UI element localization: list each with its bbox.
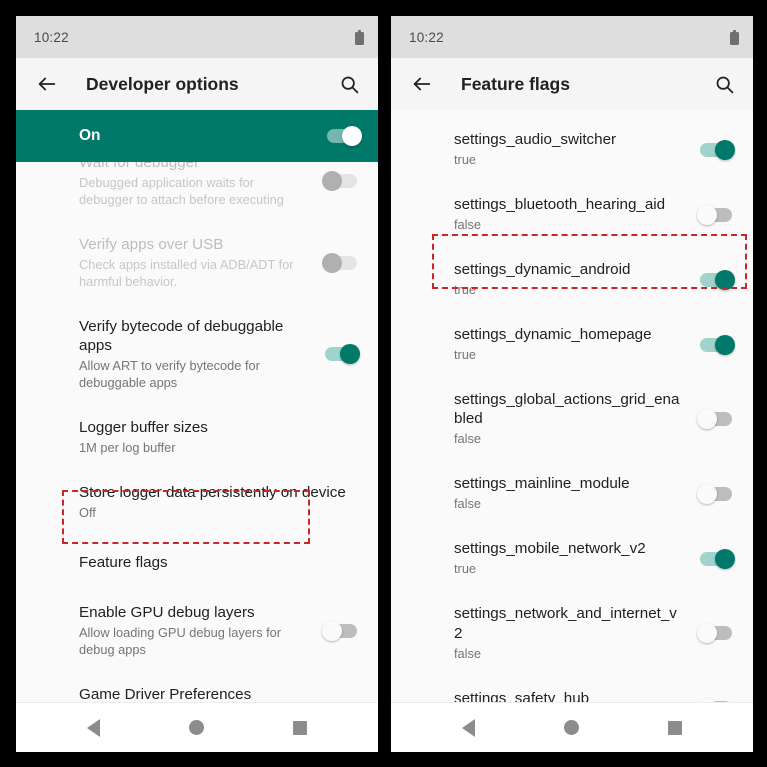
list-item-summary: false: [454, 431, 482, 447]
list-item-summary: Check apps installed via ADB/ADT for har…: [79, 257, 294, 289]
list-item-summary: false: [454, 217, 482, 233]
developer-options-master-switch-row[interactable]: On: [16, 110, 378, 162]
list-item-summary: 1M per log buffer: [79, 440, 176, 456]
master-switch-toggle[interactable]: [324, 125, 362, 147]
list-item-summary: false: [454, 496, 482, 512]
list-item-settings-audio-switcher[interactable]: settings_audio_switcher true: [391, 110, 753, 182]
list-item-title: settings_global_actions_grid_enabled: [454, 391, 680, 428]
list-item-title: Store logger data persistently on device: [79, 483, 346, 501]
list-item-summary: Debugged application waits for debugger …: [79, 175, 284, 208]
list-item-settings-bluetooth-hearing-aid[interactable]: settings_bluetooth_hearing_aid false: [391, 182, 753, 247]
back-arrow-icon[interactable]: [409, 71, 435, 97]
list-item-title: settings_dynamic_homepage: [454, 326, 652, 344]
list-item-feature-flags[interactable]: Feature flags: [16, 535, 378, 590]
toolbar-developer-options: Developer options: [16, 58, 378, 110]
list-item-summary: Allow loading GPU debug layers for debug…: [79, 625, 282, 658]
list-item-settings-mainline-module[interactable]: settings_mainline_module false: [391, 461, 753, 526]
search-icon[interactable]: [711, 71, 737, 97]
screenshot-stage: 10:22 Developer options On Wait for debu…: [0, 0, 767, 767]
list-item-store-logger-data[interactable]: Store logger data persistently on device…: [16, 470, 378, 535]
nav-recents-icon[interactable]: [652, 708, 698, 748]
list-item-summary: Allow ART to verify bytecode for debugga…: [79, 358, 260, 391]
list-item-settings-mobile-network-v2[interactable]: settings_mobile_network_v2 true: [391, 526, 753, 591]
page-title: Feature flags: [461, 73, 570, 94]
toolbar-feature-flags: Feature flags: [391, 58, 753, 110]
list-item-title: settings_safety_hub: [454, 689, 590, 702]
list-item-summary: Off: [79, 505, 96, 521]
list-item-summary: false: [454, 645, 482, 661]
list-item-settings-network-and-internet-v2[interactable]: settings_network_and_internet_v2 false: [391, 591, 753, 675]
battery-icon: [730, 29, 739, 45]
list-item-title: Verify bytecode of debuggable apps: [79, 317, 284, 354]
feature-flags-list[interactable]: settings_audio_switcher true settings_bl…: [391, 110, 753, 702]
list-item-title: settings_bluetooth_hearing_aid: [454, 196, 666, 214]
list-item-wait-for-debugger[interactable]: Wait for debugger Debugged application w…: [16, 162, 378, 222]
status-bar-clock: 10:22: [34, 29, 69, 45]
list-item-settings-dynamic-android[interactable]: settings_dynamic_android true: [391, 247, 753, 312]
list-item-settings-safety-hub[interactable]: settings_safety_hub false: [391, 676, 753, 702]
list-item-title: Feature flags: [79, 553, 168, 571]
navigation-bar-right: [391, 702, 753, 752]
list-item-settings-global-actions-grid-enabled[interactable]: settings_global_actions_grid_enabled fal…: [391, 377, 753, 461]
list-item-verify-bytecode[interactable]: Verify bytecode of debuggable apps Allow…: [16, 304, 378, 405]
nav-home-icon[interactable]: [174, 708, 220, 748]
phone-screen-developer-options: 10:22 Developer options On Wait for debu…: [16, 16, 378, 752]
navigation-bar-left: [16, 702, 378, 752]
back-arrow-icon[interactable]: [34, 71, 60, 97]
battery-icon: [355, 29, 364, 45]
list-item-summary: true: [454, 561, 477, 577]
list-item-title: Enable GPU debug layers: [79, 604, 255, 622]
list-item-title: Verify apps over USB: [79, 235, 224, 253]
list-item-title: settings_network_and_internet_v2: [454, 605, 677, 642]
search-icon[interactable]: [336, 71, 362, 97]
list-item-summary: true: [454, 282, 477, 298]
list-item-title: settings_audio_switcher: [454, 131, 617, 148]
master-switch-label: On: [79, 127, 101, 144]
list-item-title: Game Driver Preferences: [79, 686, 252, 702]
list-item-title: Wait for debugger: [79, 162, 200, 171]
list-item-verify-apps-over-usb[interactable]: Verify apps over USB Check apps installe…: [16, 222, 378, 304]
status-bar-right: 10:22: [391, 16, 753, 58]
list-item-title: settings_mobile_network_v2: [454, 540, 646, 558]
list-item-title: settings_mainline_module: [454, 475, 630, 493]
nav-home-icon[interactable]: [549, 708, 595, 748]
list-item-title: Logger buffer sizes: [79, 418, 208, 436]
list-item-title: settings_dynamic_android: [454, 261, 631, 279]
page-title: Developer options: [86, 73, 239, 94]
list-item-summary: true: [454, 347, 477, 363]
list-item-enable-gpu-debug-layers[interactable]: Enable GPU debug layers Allow loading GP…: [16, 590, 378, 672]
nav-back-icon[interactable]: [71, 708, 117, 748]
developer-options-list[interactable]: Wait for debugger Debugged application w…: [16, 162, 378, 702]
list-item-summary: true: [454, 152, 477, 168]
list-item-game-driver-preferences[interactable]: Game Driver Preferences Modify Game Driv…: [16, 672, 378, 702]
nav-recents-icon[interactable]: [277, 708, 323, 748]
list-item-logger-buffer-sizes[interactable]: Logger buffer sizes 1M per log buffer: [16, 405, 378, 470]
list-item-settings-dynamic-homepage[interactable]: settings_dynamic_homepage true: [391, 312, 753, 377]
nav-back-icon[interactable]: [446, 708, 492, 748]
status-bar-clock: 10:22: [409, 29, 444, 45]
status-bar-left: 10:22: [16, 16, 378, 58]
phone-screen-feature-flags: 10:22 Feature flags settings_audio_switc…: [391, 16, 753, 752]
